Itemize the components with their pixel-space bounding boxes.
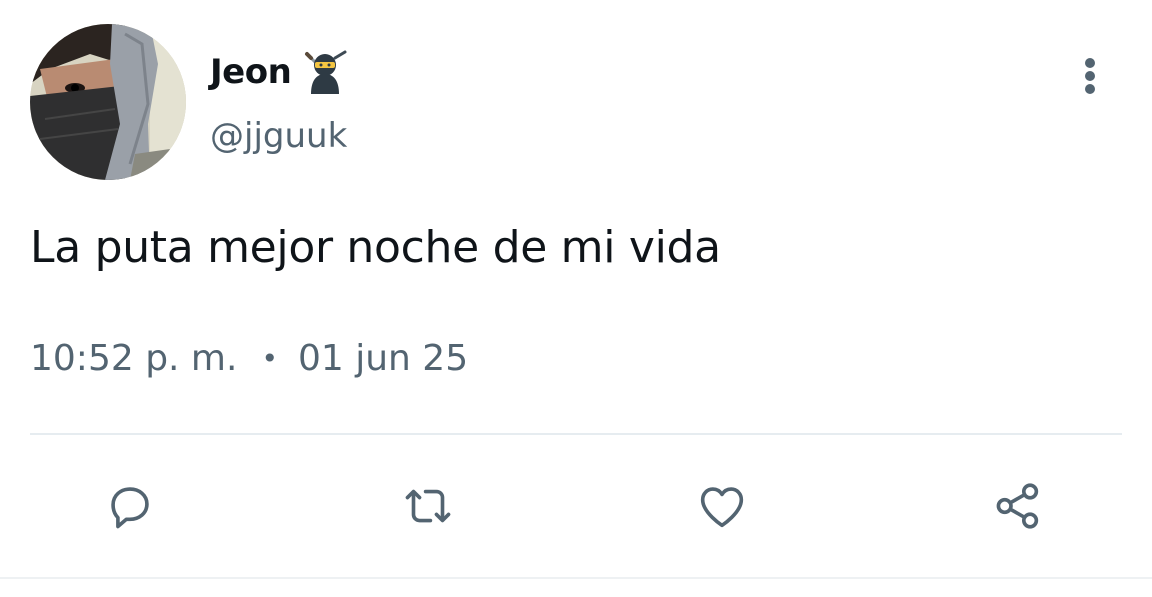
meta-separator: • xyxy=(261,342,278,375)
more-options-button[interactable] xyxy=(1070,52,1110,100)
share-icon xyxy=(996,483,1039,529)
more-vertical-icon xyxy=(1085,58,1095,94)
like-button[interactable] xyxy=(692,476,752,536)
like-icon xyxy=(700,487,744,528)
tweet-card: Jeon @jjguuk La puta mejor noche de mi v… xyxy=(0,0,1152,597)
avatar-photo xyxy=(30,24,186,180)
divider xyxy=(30,433,1122,435)
bottom-divider xyxy=(0,577,1152,579)
ninja-icon xyxy=(301,48,349,96)
reply-button[interactable] xyxy=(100,476,160,536)
tweet-timestamp[interactable]: 10:52 p. m. • 01 jun 25 xyxy=(30,338,468,379)
tweet-time: 10:52 p. m. xyxy=(30,338,238,379)
retweet-icon xyxy=(405,489,451,523)
reply-icon xyxy=(111,487,149,529)
retweet-button[interactable] xyxy=(398,476,458,536)
display-name[interactable]: Jeon xyxy=(210,52,292,92)
user-handle[interactable]: @jjguuk xyxy=(210,116,347,156)
avatar[interactable] xyxy=(30,24,186,180)
author-name-row[interactable]: Jeon xyxy=(210,48,349,96)
tweet-text: La puta mejor noche de mi vida xyxy=(30,222,721,273)
tweet-date: 01 jun 25 xyxy=(297,338,469,379)
share-button[interactable] xyxy=(988,476,1048,536)
